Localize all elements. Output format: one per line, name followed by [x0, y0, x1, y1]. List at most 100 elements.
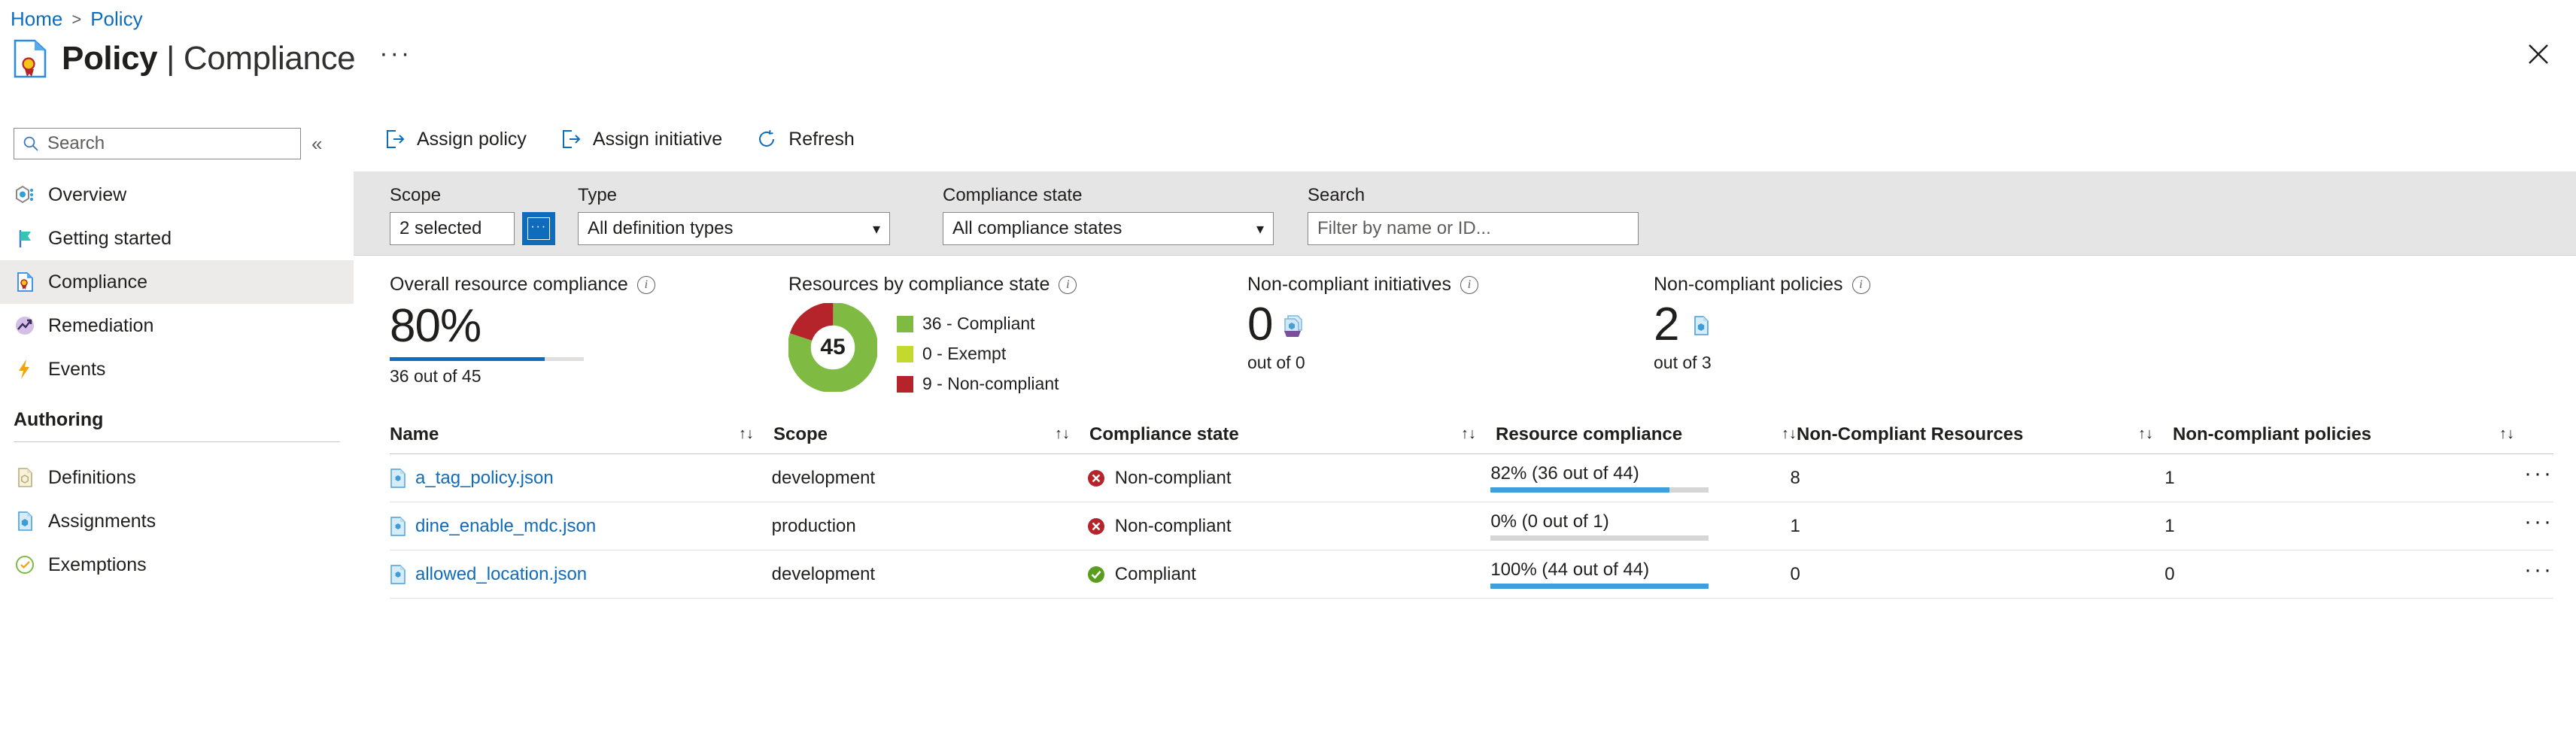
- sort-toggle-icon[interactable]: ↑↓: [2138, 426, 2173, 443]
- collapse-sidebar-button[interactable]: «: [311, 134, 322, 153]
- sidebar-item-overview[interactable]: Overview: [0, 173, 354, 217]
- definitions-doc-icon: [14, 466, 36, 489]
- scope-select[interactable]: 2 selected: [390, 212, 515, 245]
- status-badge: Non-compliant: [1115, 468, 1232, 489]
- column-header-label: Scope: [773, 424, 828, 445]
- assign-initiative-icon: [560, 128, 582, 150]
- scope-value: 2 selected: [399, 218, 481, 239]
- info-icon[interactable]: i: [1460, 276, 1478, 294]
- refresh-button[interactable]: Refresh: [755, 128, 855, 150]
- sidebar-item-events[interactable]: Events: [0, 347, 354, 391]
- policies-value: 2: [1654, 303, 1679, 347]
- page-title-sub: Compliance: [184, 40, 355, 77]
- cell-actions: ···: [2524, 462, 2553, 494]
- status-badge: Non-compliant: [1115, 516, 1232, 537]
- policy-name-link[interactable]: dine_enable_mdc.json: [415, 516, 596, 537]
- policy-name-link[interactable]: a_tag_policy.json: [415, 468, 554, 489]
- sidebar-item-assignments[interactable]: Assignments: [0, 499, 354, 543]
- breadcrumb-policy[interactable]: Policy: [90, 8, 142, 31]
- sidebar-item-compliance[interactable]: Compliance: [0, 260, 354, 304]
- column-header-compliance-state[interactable]: Compliance state ↑↓: [1089, 424, 1496, 445]
- assignments-doc-icon: [14, 510, 36, 532]
- chevron-down-icon: ▾: [1256, 220, 1264, 238]
- metrics-row: Overall resource compliance i 80% 36 out…: [354, 256, 2576, 394]
- info-icon[interactable]: i: [1059, 276, 1077, 294]
- column-header-label: Compliance state: [1089, 424, 1239, 445]
- donut-legend: 36 - Compliant 0 - Exempt 9 - Non-compli…: [897, 303, 1059, 394]
- filter-type: Type All definition types ▾: [578, 185, 943, 245]
- compliance-donut-chart: 45: [788, 303, 877, 392]
- metric-non-compliant-initiatives: Non-compliant initiatives i 0 out of 0: [1247, 274, 1654, 394]
- cell-compliance-state: Non-compliant: [1086, 468, 1491, 489]
- scope-browse-button[interactable]: ···: [522, 212, 555, 245]
- chevron-down-icon: ▾: [873, 220, 880, 238]
- filter-search-input[interactable]: Filter by name or ID...: [1308, 212, 1639, 245]
- info-icon[interactable]: i: [637, 276, 655, 294]
- search-input[interactable]: Search: [14, 128, 301, 159]
- non-compliant-icon: [1086, 469, 1106, 488]
- sidebar-item-label: Definitions: [48, 467, 136, 489]
- assign-policy-button[interactable]: Assign policy: [384, 128, 527, 150]
- compliance-state-value: All compliance states: [952, 218, 1122, 239]
- resource-compliance-bar: [1490, 584, 1709, 589]
- close-icon[interactable]: [2523, 39, 2553, 69]
- sort-toggle-icon[interactable]: ↑↓: [739, 426, 773, 443]
- exemptions-circle-icon: [14, 553, 36, 576]
- resource-compliance-bar: [1490, 535, 1709, 541]
- page-title: Policy | Compliance: [62, 40, 355, 77]
- type-select[interactable]: All definition types ▾: [578, 212, 890, 245]
- cell-non-compliant-policies: 1: [2164, 468, 2524, 489]
- sort-toggle-icon[interactable]: ↑↓: [1782, 426, 1797, 443]
- cell-compliance-state: Compliant: [1086, 564, 1491, 585]
- assign-policy-icon: [384, 128, 406, 150]
- sidebar-item-getting-started[interactable]: Getting started: [0, 217, 354, 260]
- table-row[interactable]: a_tag_policy.jsondevelopmentNon-complian…: [390, 454, 2553, 502]
- sidebar-item-definitions[interactable]: Definitions: [0, 456, 354, 499]
- metric-policies-title: Non-compliant policies: [1654, 274, 1843, 296]
- policy-name-link[interactable]: allowed_location.json: [415, 564, 587, 585]
- column-header-scope[interactable]: Scope ↑↓: [773, 424, 1089, 445]
- filter-type-label: Type: [578, 185, 943, 206]
- resource-compliance-text: 0% (0 out of 1): [1490, 511, 1709, 532]
- compliance-state-select[interactable]: All compliance states ▾: [943, 212, 1274, 245]
- remediation-chart-icon: [14, 314, 36, 337]
- filter-scope: Scope 2 selected ···: [390, 185, 578, 245]
- row-more-menu-button[interactable]: ···: [2524, 559, 2553, 590]
- column-header-non-compliant-resources[interactable]: Non-Compliant Resources ↑↓: [1797, 424, 2173, 445]
- cell-resource-compliance: 0% (0 out of 1): [1490, 511, 1790, 541]
- header-more-menu-button[interactable]: ···: [379, 41, 412, 77]
- column-header-name[interactable]: Name ↑↓: [390, 424, 773, 445]
- cell-name: a_tag_policy.json: [390, 468, 772, 489]
- info-icon[interactable]: i: [1852, 276, 1870, 294]
- sidebar-item-remediation[interactable]: Remediation: [0, 304, 354, 347]
- row-more-menu-button[interactable]: ···: [2524, 511, 2553, 542]
- cell-actions: ···: [2524, 559, 2553, 590]
- table-row[interactable]: dine_enable_mdc.json production Non-compli…: [390, 502, 2553, 550]
- search-placeholder: Search: [47, 133, 105, 154]
- policies-subtext: out of 3: [1654, 353, 1870, 373]
- non-compliant-icon: [1086, 517, 1106, 536]
- cell-non-compliant-resources: 1: [1790, 516, 2164, 537]
- flag-icon: [14, 227, 36, 250]
- metric-overall-title: Overall resource compliance: [390, 274, 628, 296]
- resource-compliance-text: 82% (36 out of 44): [1490, 463, 1709, 484]
- policy-doc-icon: [390, 469, 406, 488]
- column-header-non-compliant-policies[interactable]: Non-compliant policies ↑↓: [2173, 424, 2534, 445]
- cell-compliance-state: Non-compliant: [1086, 516, 1491, 537]
- legend-item-compliant: 36 - Compliant: [897, 314, 1059, 334]
- table-row[interactable]: allowed_location.jsondevelopmentComplian…: [390, 550, 2553, 599]
- column-header-resource-compliance[interactable]: Resource compliance ↑↓: [1496, 424, 1797, 445]
- sidebar-item-exemptions[interactable]: Exemptions: [0, 543, 354, 587]
- cell-scope: production: [772, 516, 1086, 537]
- assign-initiative-button[interactable]: Assign initiative: [560, 128, 722, 150]
- cell-non-compliant-policies: 1: [2164, 516, 2524, 537]
- legend-label: 9 - Non-compliant: [922, 374, 1059, 394]
- row-more-menu-button[interactable]: ···: [2524, 462, 2553, 494]
- metric-by-state-title: Resources by compliance state: [788, 274, 1050, 296]
- sort-toggle-icon[interactable]: ↑↓: [2499, 426, 2534, 443]
- cell-actions: ···: [2524, 511, 2553, 542]
- breadcrumb-home[interactable]: Home: [11, 8, 62, 31]
- sort-toggle-icon[interactable]: ↑↓: [1461, 426, 1496, 443]
- cell-resource-compliance: 82% (36 out of 44): [1490, 463, 1790, 493]
- sort-toggle-icon[interactable]: ↑↓: [1055, 426, 1089, 443]
